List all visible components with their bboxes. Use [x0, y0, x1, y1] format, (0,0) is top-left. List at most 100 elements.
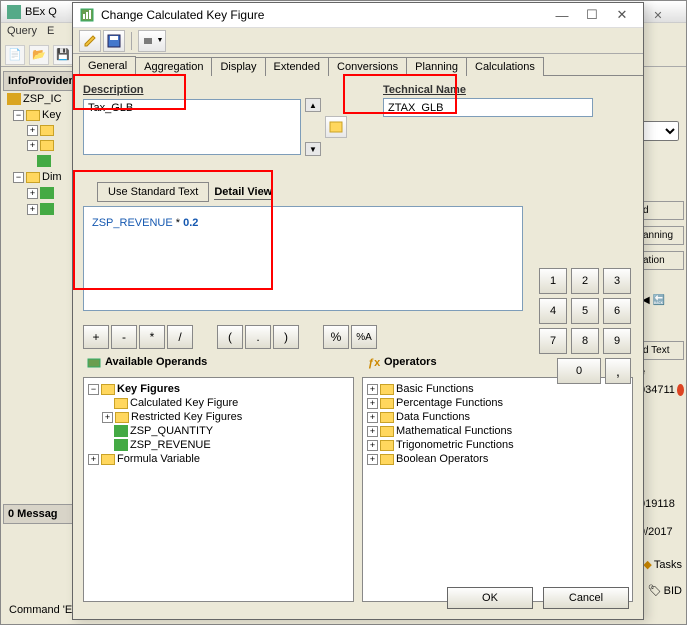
tree-ckf[interactable]: Calculated Key Figure [88, 396, 349, 410]
expand-icon[interactable]: + [367, 454, 378, 465]
op-minus[interactable]: - [111, 325, 137, 349]
tab-aggregation[interactable]: Aggregation [135, 57, 212, 76]
minimize-button[interactable]: — [547, 4, 577, 26]
settings-dropdown[interactable]: ▼ [138, 30, 166, 52]
tree-dim[interactable]: − Dim [3, 169, 73, 185]
tab-conversions[interactable]: Conversions [328, 57, 407, 76]
bid-tab[interactable]: 🏷 BID [648, 584, 682, 597]
dialog-content: Description ▲ ▼ Technical Name [73, 76, 643, 598]
btn-strip[interactable]: ◀ 🔙 [639, 292, 684, 309]
key-1[interactable]: 1 [539, 268, 567, 294]
cancel-button[interactable]: Cancel [543, 587, 629, 609]
tree-mathematical-functions[interactable]: + Mathematical Functions [367, 424, 628, 438]
tab-extended[interactable]: Extended [265, 57, 329, 76]
tree-trigonometric-functions[interactable]: + Trigonometric Functions [367, 438, 628, 452]
save-button[interactable] [103, 30, 125, 52]
collapse-icon[interactable]: − [13, 110, 24, 121]
op-plus[interactable]: + [83, 325, 109, 349]
tree-dim1[interactable]: + [3, 185, 73, 201]
expand-icon[interactable]: + [102, 412, 113, 423]
technical-name-input[interactable] [383, 98, 593, 117]
expand-icon[interactable]: + [367, 440, 378, 451]
menu-edit[interactable]: E [47, 25, 54, 41]
tree-key-figures[interactable]: − Key Figures [88, 382, 349, 396]
dropdown[interactable] [639, 121, 679, 141]
new-button[interactable]: 📄 [5, 45, 25, 65]
collapse-icon[interactable]: − [88, 384, 99, 395]
expand-icon[interactable]: + [367, 426, 378, 437]
tree-data-functions[interactable]: + Data Functions [367, 410, 628, 424]
tab-ation[interactable]: ation [639, 251, 684, 270]
key-3[interactable]: 3 [603, 268, 631, 294]
tree-sub2[interactable]: + [3, 138, 73, 153]
tab-general[interactable]: General [79, 56, 136, 76]
expand-icon[interactable]: + [27, 188, 38, 199]
op-percent[interactable]: % [323, 325, 349, 349]
key-comma[interactable]: , [605, 358, 631, 384]
expand-icon[interactable]: + [27, 125, 38, 136]
tree-key[interactable]: − Key [3, 107, 73, 123]
op-percent-a[interactable]: %A [351, 325, 377, 349]
ok-button[interactable]: OK [447, 587, 533, 609]
maximize-button[interactable]: ☐ [577, 4, 607, 26]
tree-revenue[interactable]: ZSP_REVENUE [88, 438, 349, 452]
tree-rkf[interactable]: + Restricted Key Figures [88, 410, 349, 424]
tasks-tab[interactable]: ◆ Tasks [643, 558, 682, 571]
expand-icon[interactable]: + [367, 384, 378, 395]
tree-formula-variable[interactable]: + Formula Variable [88, 452, 349, 466]
op-div[interactable]: / [167, 325, 193, 349]
available-operands-tree[interactable]: − Key Figures Calculated Key Figure + Re… [83, 377, 354, 602]
save-button[interactable]: 💾 [53, 45, 73, 65]
expand-icon[interactable]: + [367, 412, 378, 423]
tab-dtext[interactable]: d Text [639, 341, 684, 360]
menu-query[interactable]: Query [7, 25, 37, 41]
tab-anning[interactable]: anning [639, 226, 684, 245]
close-button[interactable]: ✕ [607, 4, 637, 26]
expand-icon[interactable]: + [367, 398, 378, 409]
tab-display[interactable]: Display [211, 57, 265, 76]
open-button[interactable]: 📂 [29, 45, 49, 65]
edit-mode-button[interactable] [79, 30, 101, 52]
key-9[interactable]: 9 [603, 328, 631, 354]
tree-percentage-functions[interactable]: + Percentage Functions [367, 396, 628, 410]
op-mult[interactable]: * [139, 325, 165, 349]
key-4[interactable]: 4 [539, 298, 567, 324]
folder-icon [380, 398, 394, 409]
bex-close-button[interactable]: ✕ [638, 5, 678, 25]
key-5[interactable]: 5 [571, 298, 599, 324]
description-input[interactable] [83, 99, 301, 155]
expand-icon[interactable]: + [88, 454, 99, 465]
operators-tree[interactable]: + Basic Functions + Percentage Functions… [362, 377, 633, 602]
key-6[interactable]: 6 [603, 298, 631, 324]
collapse-icon[interactable]: − [13, 172, 24, 183]
op-lparen[interactable]: ( [217, 325, 243, 349]
tasks-icon: ◆ [643, 558, 651, 571]
expand-icon[interactable]: + [27, 204, 38, 215]
tree-sub1[interactable]: + [3, 123, 73, 138]
label-date1: 019118 [639, 498, 684, 510]
op-rparen[interactable]: ) [273, 325, 299, 349]
desc-up-button[interactable]: ▲ [305, 98, 321, 112]
label-date2: 9/2017 [639, 526, 684, 538]
formula-number: 0.2 [183, 217, 198, 229]
tab-planning[interactable]: Planning [406, 57, 467, 76]
key-7[interactable]: 7 [539, 328, 567, 354]
tab-calculations[interactable]: Calculations [466, 57, 544, 76]
key-0[interactable]: 0 [557, 358, 601, 384]
tab-d[interactable]: d [639, 201, 684, 220]
use-standard-text-button[interactable]: Use Standard Text [97, 182, 209, 202]
op-impl[interactable]: . [245, 325, 271, 349]
tree-basic-functions[interactable]: + Basic Functions [367, 382, 628, 396]
tree-kf1[interactable] [3, 153, 73, 169]
tree-boolean-operators[interactable]: + Boolean Operators [367, 452, 628, 466]
tree-zsp[interactable]: ZSP_IC [3, 91, 73, 107]
desc-helper-button[interactable] [325, 116, 347, 138]
label-e: e [639, 366, 684, 378]
key-8[interactable]: 8 [571, 328, 599, 354]
tree-dim2[interactable]: + [3, 201, 73, 217]
desc-down-button[interactable]: ▼ [305, 142, 321, 156]
key-2[interactable]: 2 [571, 268, 599, 294]
tree-quantity[interactable]: ZSP_QUANTITY [88, 424, 349, 438]
expand-icon[interactable]: + [27, 140, 38, 151]
detail-view-formula[interactable]: ZSP_REVENUE * 0.2 [83, 206, 523, 311]
